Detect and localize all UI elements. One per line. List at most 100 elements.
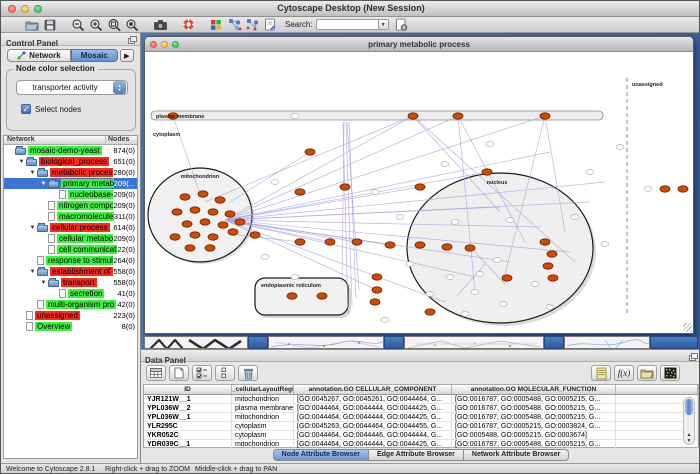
zoom-fit-icon[interactable]	[123, 18, 141, 32]
network-node-plain[interactable]	[396, 215, 404, 220]
disclosure-triangle-icon[interactable]: ▼	[28, 170, 37, 176]
network-node[interactable]	[287, 293, 297, 299]
tree-row[interactable]: ▼biological_process651(0)	[4, 156, 137, 167]
table-row[interactable]: YPL036W__1mitochondrion[GO:0044464, GO:0…	[144, 413, 698, 422]
network-edge[interactable]	[342, 122, 344, 282]
network-graph[interactable]: plasma membranecytoplasmmitochondrionnuc…	[145, 52, 693, 333]
network-view-window[interactable]: primary metabolic process plasma membran…	[144, 36, 694, 334]
network-node-plain[interactable]	[531, 282, 539, 287]
network-node[interactable]	[250, 232, 260, 238]
network-node[interactable]	[325, 239, 335, 245]
network-node-plain[interactable]	[371, 190, 379, 195]
network-node[interactable]	[215, 197, 225, 203]
network-node[interactable]	[198, 191, 208, 197]
resize-grip[interactable]	[683, 323, 692, 332]
disclosure-triangle-icon[interactable]: ▼	[28, 269, 37, 275]
attribute-matrix-icon[interactable]	[660, 365, 680, 381]
network-node-plain[interactable]	[486, 142, 494, 147]
disclosure-triangle-icon[interactable]: ▼	[39, 280, 48, 286]
network-node-plain[interactable]	[644, 187, 652, 192]
tree-row[interactable]: cellular metabo209(0)	[4, 233, 137, 244]
network-node-plain[interactable]	[506, 218, 514, 223]
attribute-list-icon[interactable]	[215, 365, 235, 381]
network-node[interactable]	[180, 194, 190, 200]
network-node-plain[interactable]	[499, 302, 507, 307]
network-node[interactable]	[482, 169, 492, 175]
tree-column-nodes[interactable]: Nodes	[105, 136, 137, 144]
zoom-in-icon[interactable]	[87, 18, 105, 32]
table-scrollbar[interactable]: ▲▼	[683, 397, 695, 445]
network-node[interactable]	[235, 219, 245, 225]
network-node-plain[interactable]	[441, 162, 449, 167]
window-titlebar[interactable]: Cytoscape Desktop (New Session)	[1, 1, 700, 17]
network-node[interactable]	[208, 234, 218, 240]
network-node-plain[interactable]	[493, 258, 501, 263]
tree-row[interactable]: cell communicat22(0)	[4, 244, 137, 255]
tree-row[interactable]: ▼metabolic process280(0)	[4, 167, 137, 178]
more-tabs-button[interactable]: ▶	[120, 49, 134, 62]
tab-edge-attribute-browser[interactable]: Edge Attribute Browser	[369, 449, 464, 461]
disclosure-triangle-icon[interactable]: ▼	[39, 181, 48, 187]
network-node-plain[interactable]	[451, 220, 459, 225]
import-attributes-icon[interactable]	[637, 365, 657, 381]
region-plasma-membrane[interactable]	[151, 111, 603, 120]
tab-network[interactable]: Network	[7, 49, 71, 62]
search-options-icon[interactable]	[393, 18, 411, 32]
layout-network-icon-a[interactable]	[225, 18, 243, 32]
network-node[interactable]	[225, 211, 235, 217]
network-node[interactable]	[218, 222, 228, 228]
network-node-plain[interactable]	[406, 262, 414, 267]
network-node[interactable]	[502, 275, 512, 281]
network-node-plain[interactable]	[291, 114, 299, 119]
new-attribute-icon[interactable]	[169, 365, 189, 381]
network-node-plain[interactable]	[586, 170, 594, 175]
network-node[interactable]	[295, 189, 305, 195]
tab-network-attribute-browser[interactable]: Network Attribute Browser	[464, 449, 569, 461]
network-edge[interactable]	[225, 116, 458, 220]
annotation-icon[interactable]	[261, 18, 279, 32]
network-node[interactable]	[540, 113, 550, 119]
select-attributes-icon[interactable]	[146, 365, 166, 381]
network-node[interactable]	[200, 219, 210, 225]
network-node-plain[interactable]	[291, 275, 299, 280]
tree-row[interactable]: nucleobase-209(0)	[4, 189, 137, 200]
float-panel-icon[interactable]	[689, 353, 697, 360]
network-node-plain[interactable]	[271, 180, 279, 185]
tree-row[interactable]: nitrogen compo209(0)	[4, 200, 137, 211]
network-node[interactable]	[547, 251, 557, 257]
tree-column-network[interactable]: Network	[4, 136, 105, 144]
network-node-plain[interactable]	[546, 305, 554, 310]
network-node[interactable]	[425, 309, 435, 315]
minimized-window-thumbnail[interactable]	[268, 336, 384, 349]
layout-network-icon-b[interactable]	[243, 18, 261, 32]
network-node[interactable]	[372, 287, 382, 293]
equation-editor-icon[interactable]	[591, 365, 611, 381]
column-header[interactable]: ID	[144, 385, 232, 394]
tree-row[interactable]: ▼cellular process614(0)	[4, 222, 137, 233]
network-node[interactable]	[295, 239, 305, 245]
window-edge[interactable]	[650, 336, 698, 349]
network-node[interactable]	[370, 299, 380, 305]
function-builder-icon[interactable]: f(x)	[614, 365, 634, 381]
network-node[interactable]	[190, 232, 200, 238]
scrollbar-thumb[interactable]	[685, 399, 693, 415]
network-node[interactable]	[170, 234, 180, 240]
network-node-plain[interactable]	[601, 242, 609, 247]
minimized-window-thumbnail[interactable]	[144, 336, 248, 349]
color-attribute-dropdown[interactable]: transporter activity ▲▼	[16, 80, 128, 95]
chevron-down-icon[interactable]: ▼	[378, 19, 389, 30]
tree-row[interactable]: response to stimulu264(0)	[4, 255, 137, 266]
window-edge[interactable]	[544, 336, 564, 349]
table-row[interactable]: YKR052Ccytoplasm[GO:0044464, GO:0044446,…	[144, 431, 698, 440]
network-node[interactable]	[208, 209, 218, 215]
network-node[interactable]	[185, 245, 195, 251]
minimized-window-thumbnail[interactable]	[404, 336, 544, 349]
network-node[interactable]	[548, 275, 558, 281]
node-attribute-icon[interactable]	[207, 18, 225, 32]
network-node[interactable]	[352, 239, 362, 245]
network-node[interactable]	[205, 245, 215, 251]
window-edge[interactable]	[248, 336, 268, 349]
column-header[interactable]: annotation.GO CELLULAR_COMPONENT	[294, 385, 452, 394]
network-canvas[interactable]: plasma membranecytoplasmmitochondrionnuc…	[145, 52, 693, 333]
trash-icon[interactable]	[238, 365, 258, 381]
